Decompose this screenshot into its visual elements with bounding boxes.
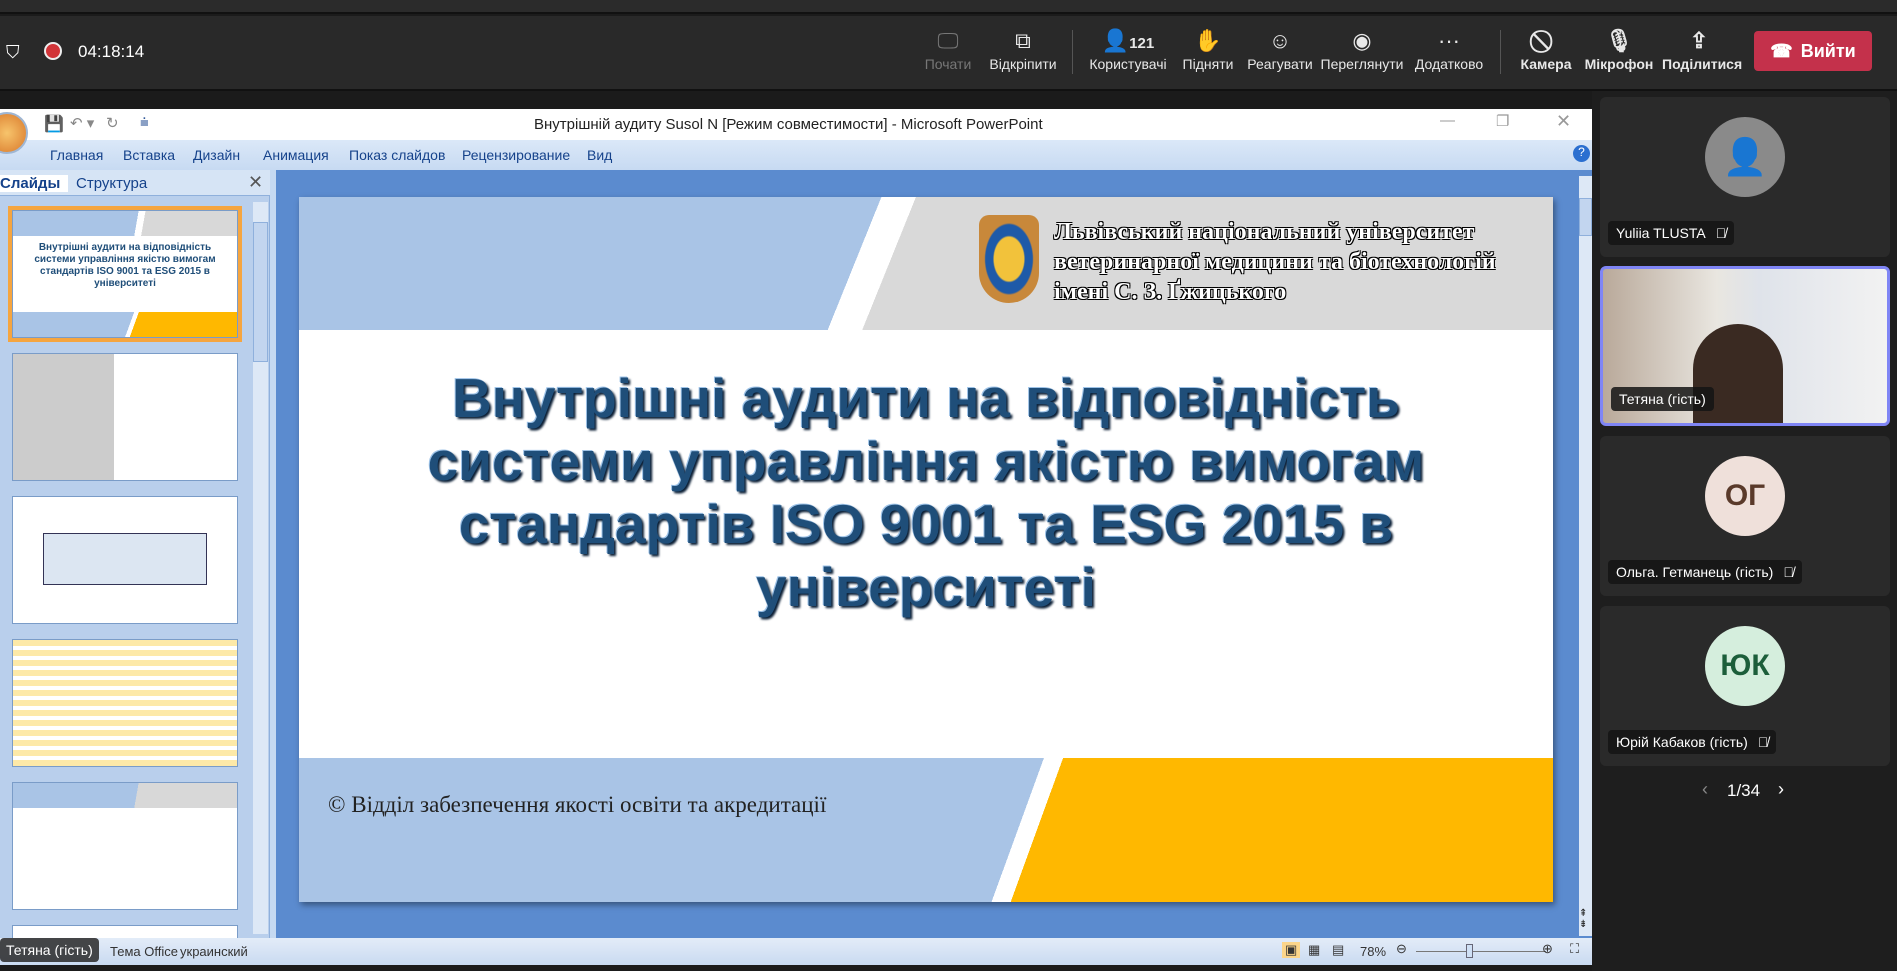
next-page-icon[interactable]: ›: [1778, 779, 1784, 800]
pop-out-icon: ⧉: [1015, 28, 1031, 53]
camera-button[interactable]: ⃠Камера: [1516, 26, 1576, 72]
share-icon: ⇪: [1689, 28, 1709, 53]
pop-out-button[interactable]: ⧉ Відкріпити: [988, 26, 1058, 72]
slide-footer-text: © Відділ забезпечення якості освіти та а…: [328, 792, 827, 817]
zoom-level: 78%: [1360, 944, 1387, 959]
status-theme: Тема Office: [110, 944, 178, 959]
start-button[interactable]: 🖵 Почати: [922, 26, 974, 72]
participant-tile-video[interactable]: Тетяна (гість): [1600, 266, 1890, 426]
participant-avatar: ОГ: [1705, 456, 1785, 536]
panel-scrollbar[interactable]: [253, 202, 268, 934]
redo-icon[interactable]: ↻: [106, 114, 119, 132]
slide-scrollbar[interactable]: ⇞ ⇟: [1579, 176, 1592, 936]
normal-view-icon[interactable]: ▣: [1282, 942, 1301, 958]
slide-footer-band: [299, 758, 1553, 902]
raise-hand-button[interactable]: ✋ Підняти: [1180, 26, 1236, 72]
ribbon-tabs: Главная Вставка Дизайн Анимация Показ сл…: [0, 140, 1592, 170]
more-icon: ···: [1438, 28, 1460, 53]
slide-thumbnail-5[interactable]: [12, 782, 238, 910]
tab-home[interactable]: Главная: [50, 147, 103, 163]
people-icon: 👤121: [1101, 28, 1155, 53]
recording-icon: [44, 42, 62, 60]
participant-name: Ольга. Гетманець (гість): [1616, 564, 1774, 580]
view-button[interactable]: ◉ Переглянути: [1320, 26, 1404, 72]
tab-outline[interactable]: Структура: [76, 175, 147, 192]
smile-icon: ☺: [1268, 28, 1292, 53]
zoom-out-icon[interactable]: ⊖: [1396, 941, 1407, 957]
mic-off-icon: 🎙̸: [1715, 225, 1727, 241]
tab-animation[interactable]: Анимация: [263, 147, 329, 163]
slide-title: Внутрішні аудити на відповідність систем…: [427, 367, 1425, 618]
participant-tile[interactable]: 👤 Yuliia TLUSTA 🎙̸: [1600, 97, 1890, 257]
slide-sorter-icon[interactable]: ▦: [1308, 942, 1320, 958]
more-button[interactable]: ··· Додатково: [1412, 26, 1486, 72]
zoom-in-icon[interactable]: ⊕: [1542, 941, 1553, 957]
participant-avatar: ЮК: [1705, 626, 1785, 706]
next-slide-icon[interactable]: ⇞ ⇟: [1579, 908, 1587, 930]
slide-thumbnail-4[interactable]: [12, 639, 238, 767]
default-avatar-icon: 👤: [1705, 117, 1785, 197]
university-crest-logo: [979, 215, 1039, 303]
participant-tile[interactable]: ЮК Юрій Кабаков (гість) 🎙̸: [1600, 606, 1890, 766]
mic-button[interactable]: 🎙 Мікрофон: [1584, 26, 1654, 72]
raise-hand-icon: ✋: [1194, 28, 1222, 53]
status-bar: Тема Office украинский ▣ ▦ ▤ 78% ⊖ ⊕ ⛶: [0, 938, 1592, 965]
help-icon[interactable]: ?: [1573, 145, 1590, 162]
customize-toolbar-icon[interactable]: ⩧: [140, 114, 149, 131]
restore-icon[interactable]: ❐: [1496, 112, 1509, 130]
slides-panel: Слайды Структура ✕ Внутрішні аудити на в…: [0, 170, 270, 945]
university-name: Львівський національний університет ветер…: [1054, 219, 1496, 305]
mic-off-icon: 🎙̸: [1757, 734, 1769, 750]
tab-design[interactable]: Дизайн: [193, 147, 240, 163]
leave-button[interactable]: ☎ Вийти: [1754, 31, 1872, 71]
participants-panel: 👤 Yuliia TLUSTA 🎙̸ Тетяна (гість) ОГ Ольг…: [1592, 91, 1897, 971]
powerpoint-window: 💾 ↶ ▾ ↻ ⩧ Внутрішній аудиту Susol N [Реж…: [0, 109, 1592, 965]
screen-cursor-icon: 🖵: [937, 28, 959, 53]
participant-name: Тетяна (гість): [1619, 391, 1706, 407]
participant-name: Yuliia TLUSTA: [1616, 225, 1706, 241]
close-icon[interactable]: ✕: [1556, 111, 1571, 132]
mic-off-icon: 🎙: [1605, 28, 1633, 53]
phone-hangup-icon: ☎: [1770, 40, 1793, 61]
slide-thumbnail-3[interactable]: [12, 496, 238, 624]
ppt-title-bar: 💾 ↶ ▾ ↻ ⩧ Внутрішній аудиту Susol N [Реж…: [0, 109, 1592, 154]
meeting-toolbar: ⛉ 04:18:14 🖵 Почати ⧉ Відкріпити 👤121 Корис…: [0, 16, 1897, 91]
undo-icon[interactable]: ↶ ▾: [70, 114, 94, 132]
slide-thumbnail-1[interactable]: Внутрішні аудити на відповідність систем…: [8, 206, 242, 342]
ppt-window-title: Внутрішній аудиту Susol N [Режим совмест…: [534, 116, 1043, 133]
status-language: украинский: [180, 944, 248, 959]
slideshow-icon[interactable]: ▤: [1332, 942, 1344, 958]
slide-thumbnail-2[interactable]: [12, 353, 238, 481]
tab-slideshow[interactable]: Показ слайдов: [349, 147, 445, 163]
participant-tile[interactable]: ОГ Ольга. Гетманець (гість) 🎙̸: [1600, 436, 1890, 596]
tab-insert[interactable]: Вставка: [123, 147, 175, 163]
participant-name: Юрій Кабаков (гість): [1616, 734, 1748, 750]
minimize-icon[interactable]: —: [1440, 112, 1455, 129]
meeting-timer: 04:18:14: [78, 42, 145, 61]
save-icon[interactable]: 💾: [44, 114, 64, 134]
tab-view[interactable]: Вид: [587, 147, 612, 163]
slide-editing-area: Львівський національний університет ветер…: [276, 170, 1592, 938]
people-button[interactable]: 👤121 Користувачі: [1088, 26, 1168, 72]
zoom-slider[interactable]: [1416, 944, 1546, 958]
share-button[interactable]: ⇪ Поділитися: [1662, 26, 1742, 72]
presenter-label: Тетяна (гість): [0, 938, 99, 962]
current-slide[interactable]: Львівський національний університет ветер…: [299, 197, 1553, 902]
tab-slides[interactable]: Слайды: [0, 175, 69, 192]
tab-review[interactable]: Рецензирование: [462, 147, 570, 163]
view-icon: ◉: [1352, 28, 1372, 53]
camera-off-icon: ⃠: [1516, 26, 1576, 56]
shield-icon: ⛉: [6, 42, 20, 62]
mic-off-icon: 🎙̸: [1783, 564, 1794, 580]
thumb-title: Внутрішні аудити на відповідність систем…: [34, 242, 216, 289]
window-top-strip: [0, 0, 1897, 14]
prev-page-icon[interactable]: ‹: [1702, 779, 1708, 800]
participant-pager: 1/34: [1727, 781, 1761, 800]
close-panel-icon[interactable]: ✕: [248, 172, 263, 193]
fit-window-icon[interactable]: ⛶: [1570, 941, 1579, 957]
react-button[interactable]: ☺ Реагувати: [1246, 26, 1314, 72]
